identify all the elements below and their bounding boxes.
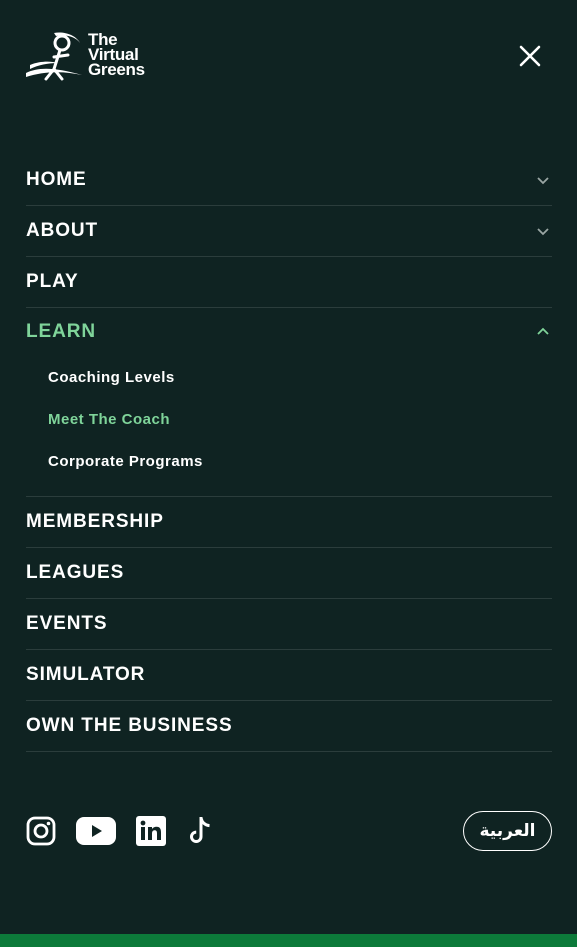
nav-item-about[interactable]: ABOUT [26,206,552,257]
linkedin-icon[interactable] [136,816,166,846]
golfer-logo-icon [26,32,82,81]
social-links [26,812,234,850]
chevron-up-icon[interactable] [536,325,550,339]
nav-item-label: ABOUT [26,220,99,241]
nav-item-leagues[interactable]: LEAGUES [26,548,552,599]
youtube-icon[interactable] [76,817,116,845]
instagram-icon[interactable] [26,816,56,846]
brand-line-3: Greens [88,60,145,79]
brand-wordmark: The Virtual Greens [88,31,145,79]
nav-item-membership[interactable]: MEMBERSHIP [26,497,552,548]
learn-submenu: Coaching Levels Meet The Coach Corporate… [26,356,552,497]
nav-item-events[interactable]: EVENTS [26,599,552,650]
submenu-item-coaching-levels[interactable]: Coaching Levels [26,356,552,398]
nav-item-label: MEMBERSHIP [26,511,164,532]
nav-item-label: OWN THE BUSINESS [26,715,233,736]
submenu-item-meet-the-coach[interactable]: Meet The Coach [26,398,552,440]
nav-item-play[interactable]: PLAY [26,257,552,308]
submenu-item-corporate-programs[interactable]: Corporate Programs [26,440,552,482]
language-toggle-button[interactable]: العربية [463,811,552,851]
nav-item-label: PLAY [26,271,79,292]
nav-item-label: EVENTS [26,613,108,634]
brand-logo[interactable]: The Virtual Greens [24,28,164,84]
nav-item-label: SIMULATOR [26,664,146,685]
nav-item-simulator[interactable]: SIMULATOR [26,650,552,701]
bottom-accent-bar [0,934,577,947]
chevron-down-icon[interactable] [536,173,550,187]
nav-item-label: LEAGUES [26,562,125,583]
tiktok-icon[interactable] [186,815,214,847]
mobile-nav-menu: HOME ABOUT PLAY LEARN Coaching Levels Me… [26,155,552,752]
nav-item-learn[interactable]: LEARN [26,308,552,356]
close-icon[interactable] [514,40,546,72]
nav-item-label: LEARN [26,321,96,342]
nav-item-home[interactable]: HOME [26,155,552,206]
header: The Virtual Greens [0,0,577,110]
chevron-down-icon[interactable] [536,224,550,238]
nav-item-label: HOME [26,169,87,190]
nav-item-own-the-business[interactable]: OWN THE BUSINESS [26,701,552,752]
